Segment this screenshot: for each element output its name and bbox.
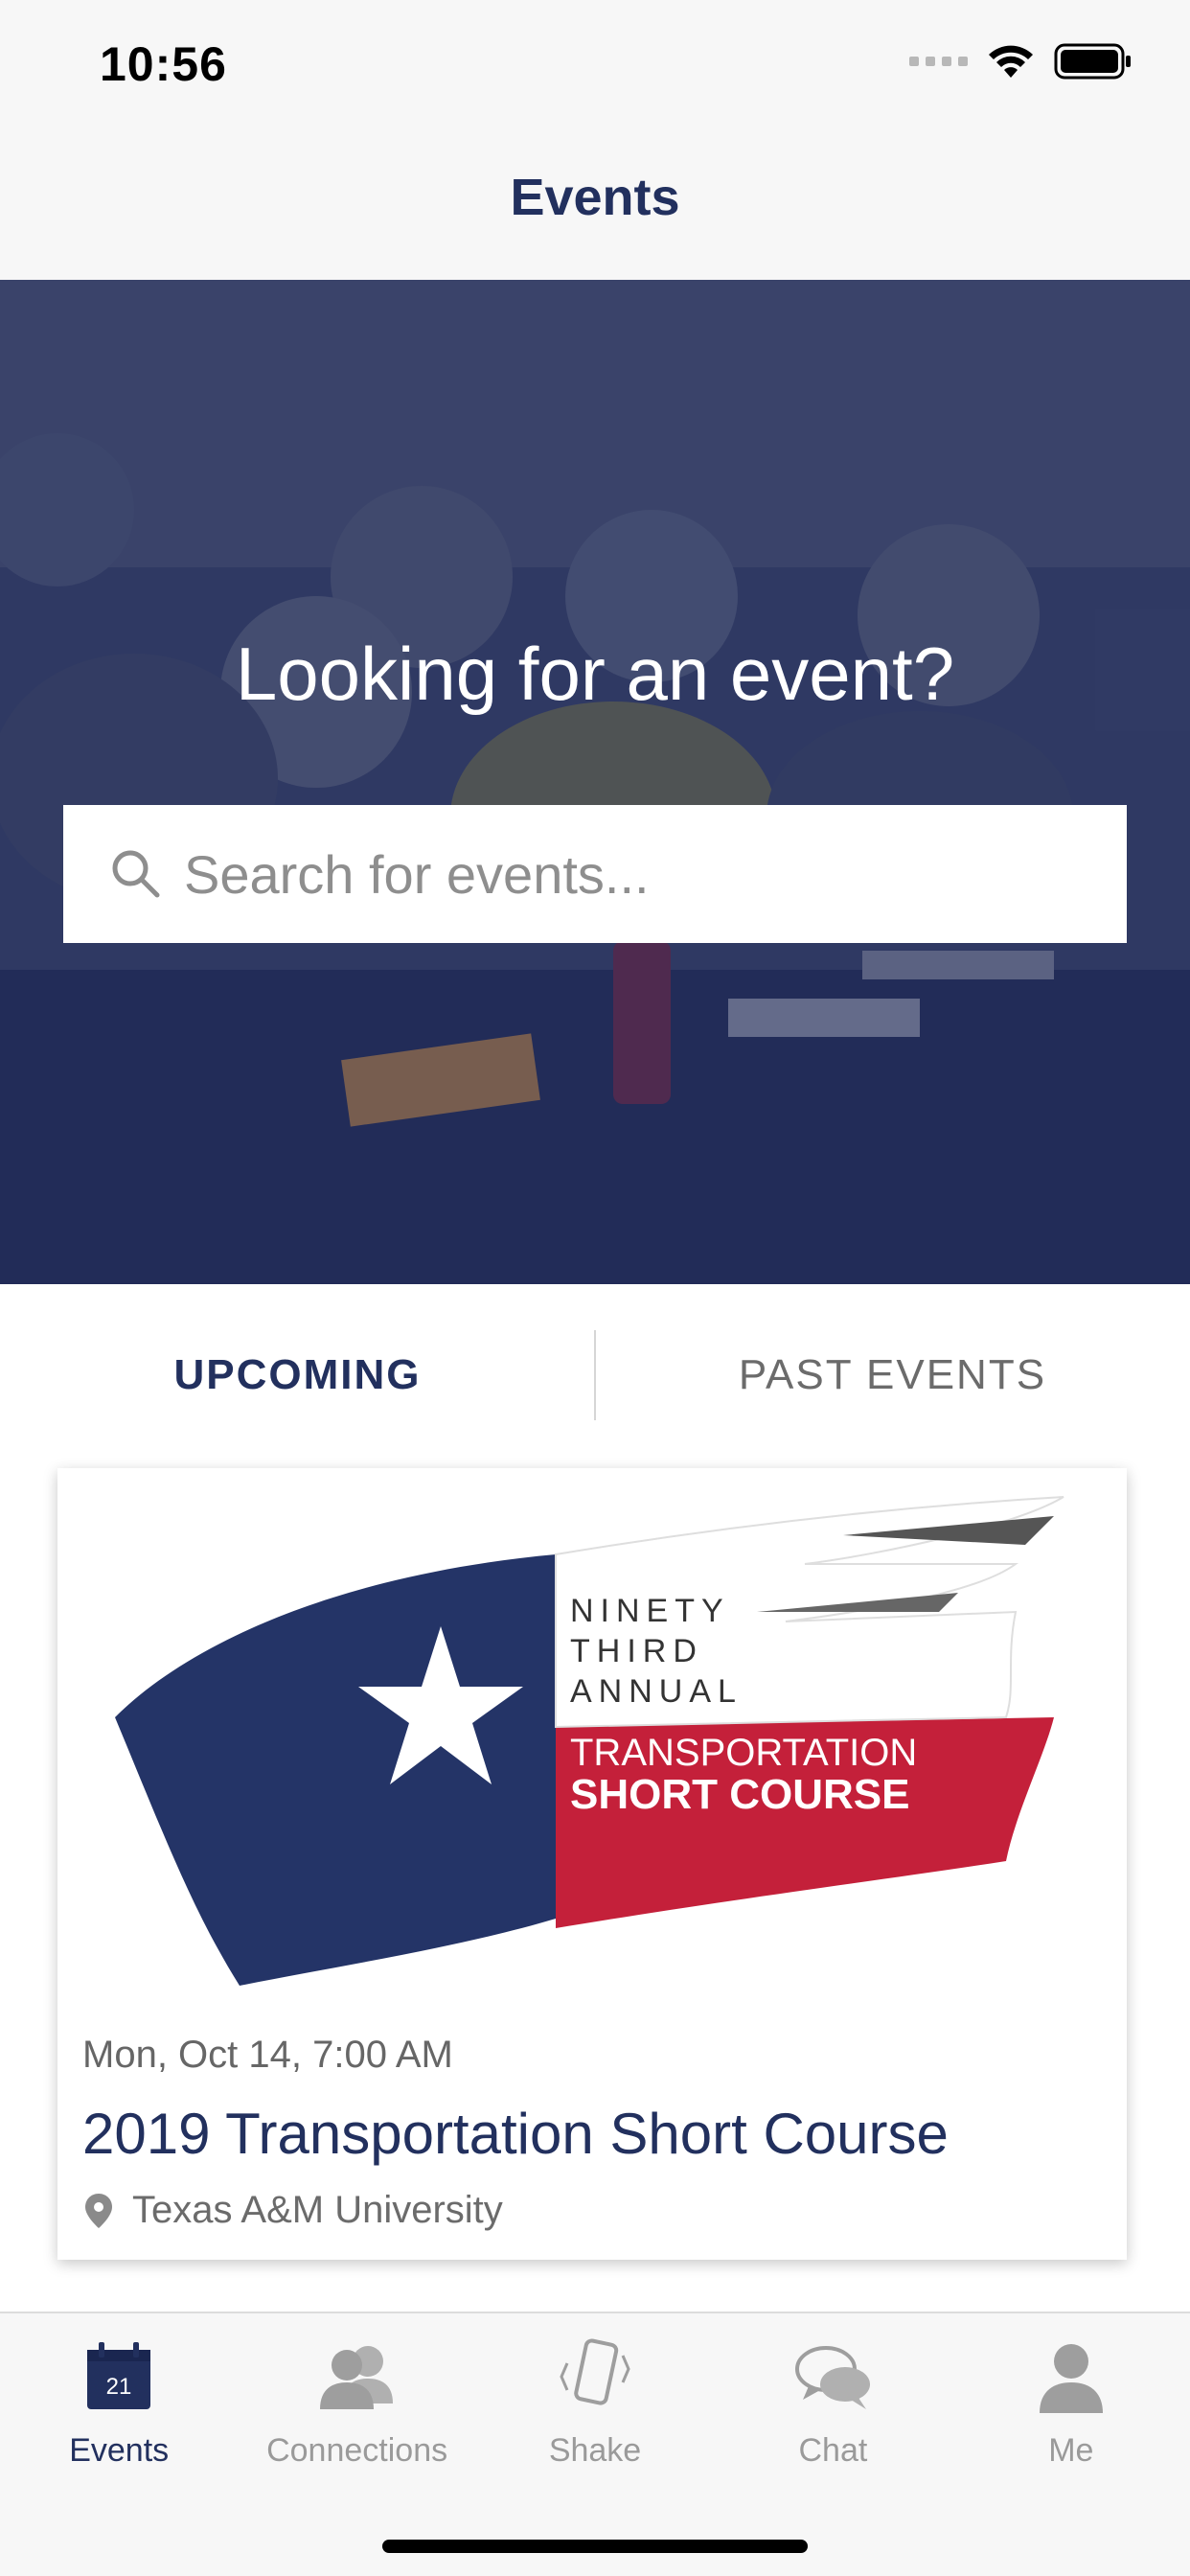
tab-bar-label-shake: Shake <box>548 2432 642 2469</box>
tab-bar-item-me[interactable]: Me <box>952 2313 1190 2505</box>
chat-icon <box>795 2346 871 2409</box>
search-icon <box>112 850 160 898</box>
event-card[interactable]: NINETY THIRD ANNUAL TRANSPORTATION SHORT… <box>57 1468 1127 2260</box>
search-box[interactable] <box>63 805 1127 943</box>
tab-bar-item-connections[interactable]: Connections <box>238 2313 475 2505</box>
person-icon <box>1039 2344 1103 2413</box>
tab-bar-label-chat: Chat <box>798 2432 868 2469</box>
status-bar: 10:56 <box>0 0 1190 134</box>
wifi-icon <box>989 45 1033 78</box>
tab-bar-label-connections: Connections <box>266 2432 448 2469</box>
banner-text-line4: TRANSPORTATION <box>570 1732 917 1774</box>
event-title[interactable]: 2019 Transportation Short Course <box>82 2101 949 2167</box>
event-date: Mon, Oct 14, 7:00 AM <box>82 2034 453 2076</box>
calendar-icon: 21 <box>87 2342 151 2409</box>
hero-banner: Looking for an event? <box>0 280 1190 1284</box>
calendar-date-badge: 21 <box>106 2374 132 2400</box>
tab-bar-item-events[interactable]: 21 Events <box>0 2313 238 2505</box>
tab-bar-label-me: Me <box>1048 2432 1094 2469</box>
page-title: Events <box>510 169 680 226</box>
event-banner-image: NINETY THIRD ANNUAL TRANSPORTATION SHORT… <box>57 1468 1127 2005</box>
status-icons <box>909 42 1133 80</box>
signal-icon <box>909 57 968 66</box>
home-indicator <box>382 2540 808 2553</box>
bottom-tab-bar: 21 Events Connections Shake Chat Me <box>0 2312 1190 2576</box>
tab-divider <box>594 1330 596 1420</box>
hero-title: Looking for an event? <box>235 632 955 716</box>
tab-bar-label-events: Events <box>69 2432 170 2469</box>
event-tabs: UPCOMING PAST EVENTS <box>0 1284 1190 1466</box>
location-pin-icon <box>85 2193 112 2228</box>
people-icon <box>319 2346 393 2409</box>
tab-bar-item-chat[interactable]: Chat <box>714 2313 951 2505</box>
tab-bar-item-shake[interactable]: Shake <box>476 2313 714 2505</box>
tab-past-events[interactable]: PAST EVENTS <box>595 1351 1190 1399</box>
phone-shake-icon <box>560 2338 630 2405</box>
banner-text-line1: NINETY <box>570 1593 730 1629</box>
event-location: Texas A&M University <box>82 2189 503 2232</box>
event-logo: NINETY THIRD ANNUAL TRANSPORTATION SHORT… <box>115 1496 1064 1986</box>
banner-text-line2: THIRD <box>570 1633 703 1669</box>
status-time: 10:56 <box>100 37 227 91</box>
navigation-bar: Events <box>0 134 1190 280</box>
battery-icon <box>1054 43 1131 80</box>
banner-text-line5: SHORT COURSE <box>570 1771 909 1818</box>
banner-text-line3: ANNUAL <box>570 1673 743 1710</box>
search-input[interactable] <box>184 842 1046 906</box>
tab-upcoming[interactable]: UPCOMING <box>0 1351 595 1399</box>
event-location-text: Texas A&M University <box>132 2189 503 2231</box>
